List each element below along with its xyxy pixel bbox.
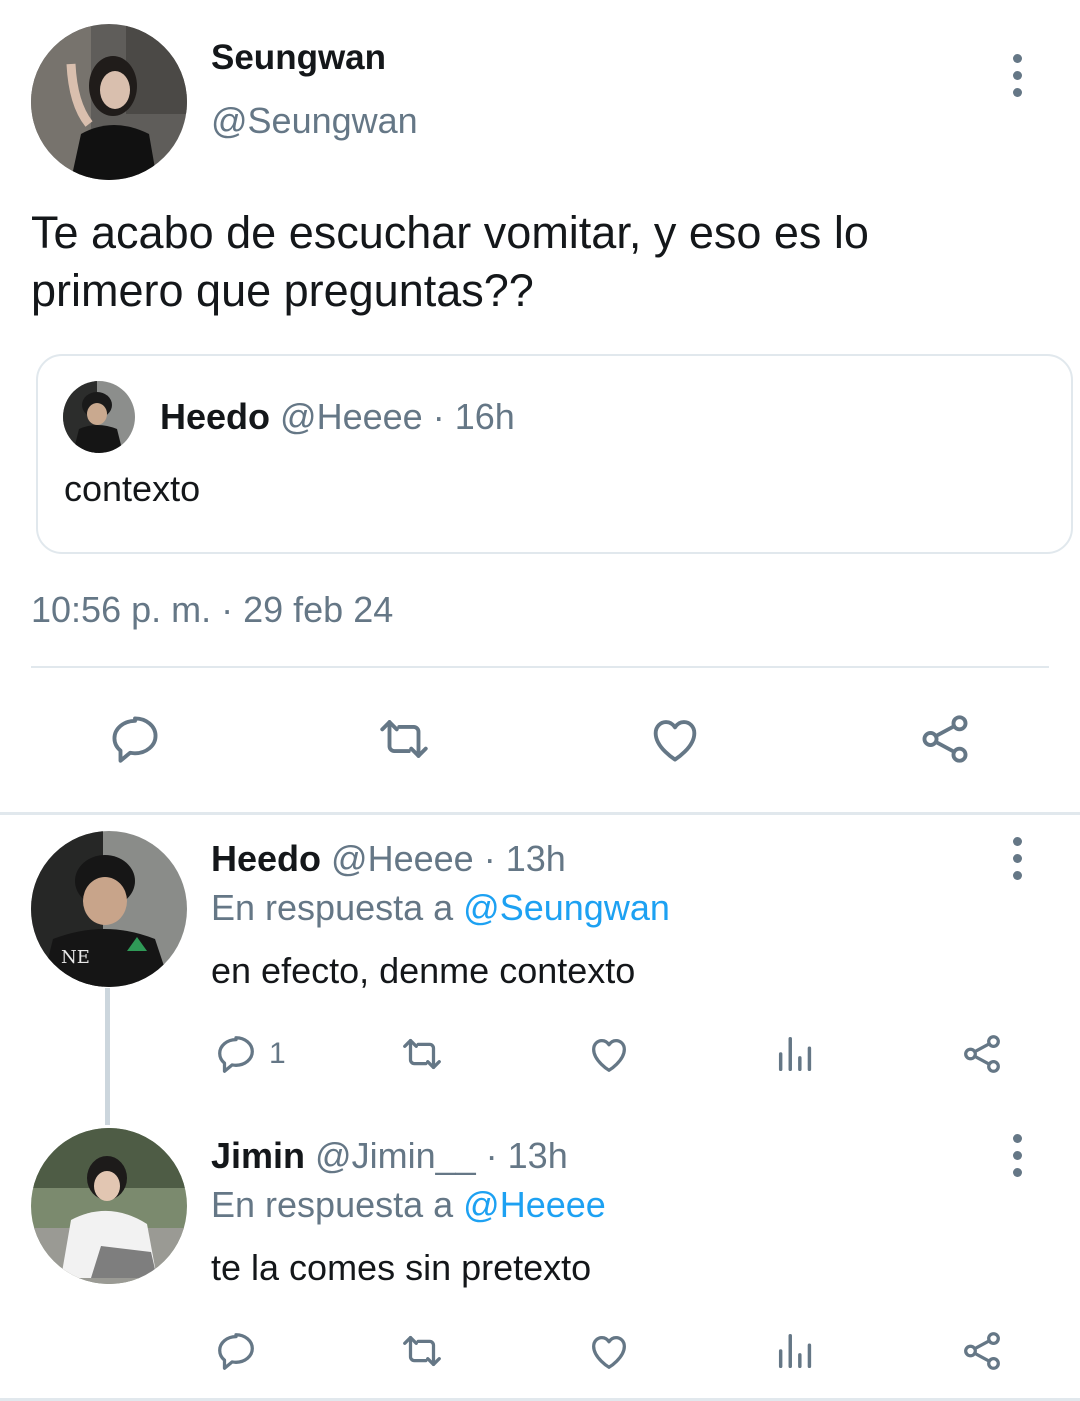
author-handle[interactable]: @Seungwan — [211, 100, 418, 142]
retweet-button[interactable] — [372, 710, 436, 768]
in-reply-prefix: En respuesta a — [211, 887, 454, 928]
tweet-menu-button[interactable] — [997, 45, 1037, 105]
in-reply-prefix: En respuesta a — [211, 1184, 454, 1225]
share-button[interactable] — [958, 1328, 1006, 1374]
in-reply-to: En respuesta a @Heeee — [211, 1184, 606, 1226]
share-icon — [964, 1035, 1000, 1073]
author-display-name[interactable]: Seungwan — [211, 38, 386, 78]
analytics-button[interactable] — [773, 1031, 819, 1077]
more-dot-icon — [1012, 1167, 1022, 1177]
analytics-icon — [778, 1333, 812, 1369]
reply-icon — [218, 1333, 254, 1370]
more-dot-icon — [1012, 1133, 1022, 1143]
divider — [31, 666, 1049, 668]
quoted-display-name: Heedo — [160, 396, 271, 437]
reply-count: 1 — [269, 1037, 286, 1070]
avatar-seungwan[interactable] — [31, 24, 187, 180]
more-dot-icon — [1012, 870, 1022, 880]
tweet-text: Te acabo de escuchar vomitar, y eso es l… — [31, 204, 869, 320]
reply-display-name[interactable]: Jimin — [211, 1135, 305, 1176]
reply-handle[interactable]: @Heeee — [331, 838, 474, 879]
analytics-icon — [778, 1036, 812, 1072]
reply-button[interactable] — [106, 710, 164, 768]
reply-button[interactable] — [213, 1328, 259, 1374]
quoted-tweet-card[interactable]: Heedo @Heeee · 16h contexto — [36, 354, 1073, 554]
retweet-button[interactable] — [396, 1328, 448, 1374]
quoted-header: Heedo @Heeee · 16h — [160, 396, 515, 438]
reply-time: · 13h — [483, 838, 566, 879]
reply-icon — [112, 716, 158, 763]
reply-button[interactable]: 1 — [213, 1031, 286, 1077]
tweet-text-line: primero que preguntas?? — [31, 265, 534, 316]
like-icon — [653, 720, 697, 762]
retweet-icon — [380, 720, 428, 758]
reply-menu-button[interactable] — [997, 1125, 1037, 1185]
like-icon — [592, 1038, 626, 1072]
more-dot-icon — [1012, 836, 1022, 846]
reply-time: · 13h — [485, 1135, 568, 1176]
retweet-button[interactable] — [396, 1031, 448, 1077]
svg-text:NE: NE — [61, 947, 90, 968]
tweet-text-line: Te acabo de escuchar vomitar, y eso es l… — [31, 207, 869, 258]
quoted-text: contexto — [64, 468, 201, 509]
avatar-heedo-small — [63, 381, 135, 453]
reply-menu-button[interactable] — [997, 828, 1037, 888]
more-dot-icon — [1012, 70, 1022, 80]
more-dot-icon — [1012, 53, 1022, 63]
in-reply-mention[interactable]: @Seungwan — [463, 887, 670, 928]
reply-handle[interactable]: @Jimin__ — [315, 1135, 476, 1176]
share-icon — [964, 1332, 1000, 1370]
reply-header: Jimin @Jimin__ · 13h — [211, 1135, 568, 1177]
section-divider — [0, 812, 1080, 815]
analytics-button[interactable] — [773, 1328, 819, 1374]
thread-line — [105, 988, 110, 1125]
in-reply-mention[interactable]: @Heeee — [463, 1184, 606, 1225]
quoted-handle: @Heeee — [280, 396, 423, 437]
reply-header: Heedo @Heeee · 13h — [211, 838, 566, 880]
reply-display-name[interactable]: Heedo — [211, 838, 321, 879]
quoted-time: · 16h — [432, 396, 515, 437]
reply-text: te la comes sin pretexto — [211, 1247, 592, 1288]
retweet-icon — [403, 1335, 441, 1367]
more-dot-icon — [1012, 853, 1022, 863]
reply-text: en efecto, denme contexto — [211, 950, 636, 991]
in-reply-to: En respuesta a @Seungwan — [211, 887, 670, 929]
retweet-icon — [403, 1038, 441, 1070]
share-button[interactable] — [916, 710, 974, 768]
reply-icon — [218, 1036, 254, 1073]
avatar-jimin[interactable] — [31, 1128, 187, 1284]
more-dot-icon — [1012, 1150, 1022, 1160]
share-icon — [922, 715, 968, 763]
more-dot-icon — [1012, 87, 1022, 97]
like-button[interactable] — [585, 1031, 633, 1077]
share-button[interactable] — [958, 1031, 1006, 1077]
like-button[interactable] — [585, 1328, 633, 1374]
tweet-timestamp: 10:56 p. m. · 29 feb 24 — [31, 589, 394, 630]
like-button[interactable] — [646, 710, 704, 768]
avatar-heedo[interactable]: NE — [31, 831, 187, 987]
like-icon — [592, 1335, 626, 1369]
